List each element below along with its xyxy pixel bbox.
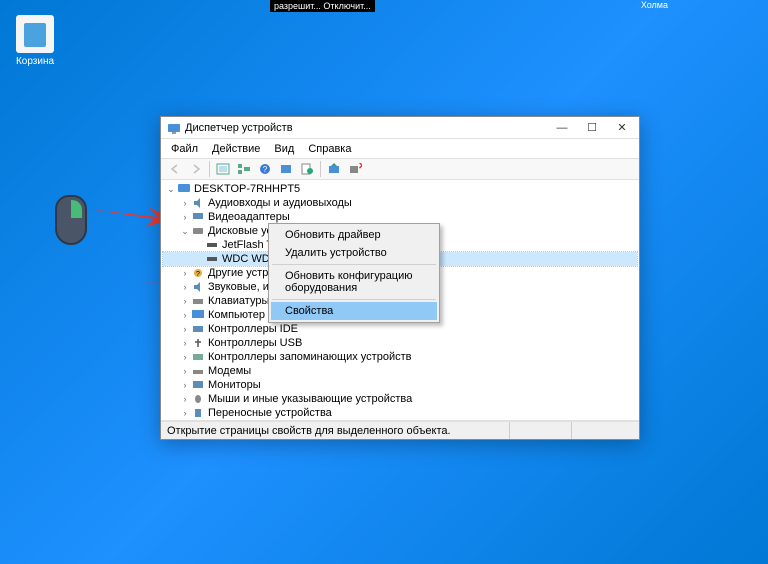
close-button[interactable]: ✕ <box>607 118 637 138</box>
monitor-icon <box>191 379 205 391</box>
recycle-bin[interactable]: Корзина <box>10 15 60 67</box>
tree-monitors[interactable]: ›Мониторы <box>163 378 637 392</box>
computer-icon <box>177 183 191 195</box>
minimize-button[interactable]: — <box>547 118 577 138</box>
separator <box>209 161 210 177</box>
tool-show-hidden[interactable] <box>213 160 233 178</box>
menu-file[interactable]: Файл <box>165 141 204 157</box>
statusbar: Открытие страницы свойств для выделенног… <box>161 421 639 439</box>
mouse-icon <box>191 393 205 405</box>
status-text: Открытие страницы свойств для выделенног… <box>167 425 509 437</box>
ctx-update-driver[interactable]: Обновить драйвер <box>271 226 437 244</box>
tree-audio[interactable]: ›Аудиовходы и аудиовыходы <box>163 196 637 210</box>
back-button <box>165 160 185 178</box>
tool-help-icon[interactable]: ? <box>255 160 275 178</box>
tree-ctrl-ide[interactable]: ›Контроллеры IDE <box>163 322 637 336</box>
ctx-refresh-hw[interactable]: Обновить конфигурацию оборудования <box>271 267 437 297</box>
keyboard-icon <box>191 295 205 307</box>
menu-help[interactable]: Справка <box>302 141 357 157</box>
audio-icon <box>191 197 205 209</box>
separator <box>320 161 321 177</box>
ctx-properties[interactable]: Свойства <box>271 302 437 320</box>
menu-view[interactable]: Вид <box>268 141 300 157</box>
titlebar[interactable]: Диспетчер устройств — ☐ ✕ <box>161 117 639 139</box>
context-menu: Обновить драйвер Удалить устройство Обно… <box>268 223 440 323</box>
status-cell-2 <box>509 422 571 439</box>
svg-text:?: ? <box>263 165 268 174</box>
tool-update-icon[interactable] <box>324 160 344 178</box>
sound-icon <box>191 281 205 293</box>
pc-icon <box>191 309 205 321</box>
separator <box>272 299 436 300</box>
svg-text:?: ? <box>196 271 200 278</box>
drive-icon <box>205 253 219 265</box>
recycle-bin-label: Корзина <box>10 56 60 67</box>
status-cell-3 <box>571 422 633 439</box>
disk-icon <box>191 225 205 237</box>
window-title: Диспетчер устройств <box>185 122 547 134</box>
tool-properties-icon[interactable] <box>297 160 317 178</box>
tree-video[interactable]: ›Видеоадаптеры <box>163 210 637 224</box>
storage-icon <box>191 351 205 363</box>
ctx-remove-device[interactable]: Удалить устройство <box>271 244 437 262</box>
svg-text:✕: ✕ <box>358 163 362 172</box>
maximize-button[interactable]: ☐ <box>577 118 607 138</box>
menubar: Файл Действие Вид Справка <box>161 139 639 158</box>
app-icon <box>167 121 181 135</box>
recycle-bin-icon <box>16 15 54 53</box>
display-icon <box>191 211 205 223</box>
usb-icon <box>191 337 205 349</box>
annotation-mouse-icon <box>55 195 87 245</box>
tree-modems[interactable]: ›Модемы <box>163 364 637 378</box>
modem-icon <box>191 365 205 377</box>
tool-tree-icon[interactable] <box>234 160 254 178</box>
separator <box>272 264 436 265</box>
tree-ctrl-usb[interactable]: ›Контроллеры USB <box>163 336 637 350</box>
toolbar: ? ✕ <box>161 158 639 180</box>
controller-icon <box>191 323 205 335</box>
tree-mice[interactable]: ›Мыши и иные указывающие устройства <box>163 392 637 406</box>
tool-scan-icon[interactable] <box>276 160 296 178</box>
drive-icon <box>205 239 219 251</box>
tree-root[interactable]: ⌄DESKTOP-7RHHPT5 <box>163 182 637 196</box>
forward-button <box>186 160 206 178</box>
tree-ctrl-storage[interactable]: ›Контроллеры запоминающих устройств <box>163 350 637 364</box>
tool-uninstall-icon[interactable]: ✕ <box>345 160 365 178</box>
menu-action[interactable]: Действие <box>206 141 266 157</box>
other-icon: ? <box>191 267 205 279</box>
taskbar-hint-a: разрешит... Отключит... <box>270 0 375 12</box>
tree-portable[interactable]: ›Переносные устройства <box>163 406 637 420</box>
portable-icon <box>191 407 205 419</box>
taskbar-hint-b: Холма <box>641 0 668 10</box>
